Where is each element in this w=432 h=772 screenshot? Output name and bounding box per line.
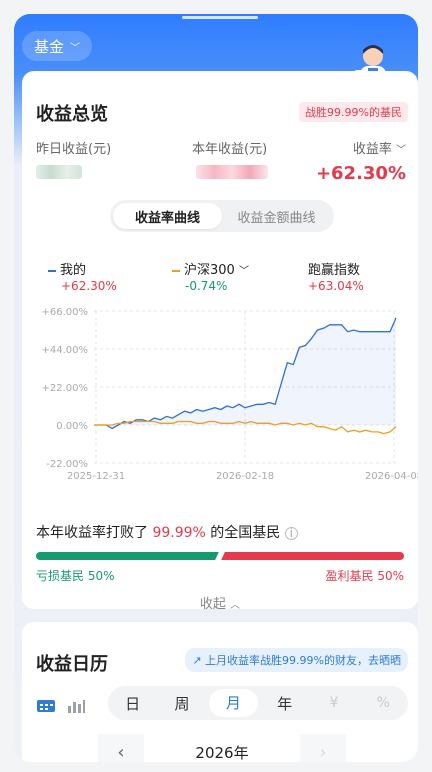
x-tick-label: 2026-02-18 [216, 471, 274, 482]
share-icon: ↗ [192, 654, 202, 667]
x-tick-label: 2026-04-08 [365, 471, 418, 482]
overview-title: 收益总览 [36, 104, 108, 125]
calendar-title: 收益日历 [36, 654, 108, 675]
fund-type-label: 基金 [34, 37, 65, 56]
chevron-down-icon: ﹀ [70, 42, 81, 54]
period-tabs: 日 周 月 年 ¥ % [108, 686, 408, 720]
rate-selector[interactable]: 收益率 ﹀ [353, 138, 406, 157]
legend-line-icon [172, 269, 180, 272]
gain-segment [220, 552, 404, 560]
unit-yuan-toggle[interactable]: ¥ [309, 695, 358, 711]
tab-month[interactable]: 月 [208, 689, 258, 717]
overview-card: 收益总览 战胜99.99%的基民 昨日收益(元) 本年收益(元) 收益率 ﹀ +… [22, 71, 418, 612]
collapse-button[interactable]: 收起 ︿ [22, 593, 418, 612]
tab-year[interactable]: 年 [260, 693, 309, 714]
legend-outperform: 跑赢指数 [308, 263, 361, 278]
collapse-label: 收起 [199, 597, 226, 612]
year-navigator: ‹ 2026年 › [98, 734, 346, 762]
legend-index-selector[interactable]: 沪深300 ﹀ [172, 259, 249, 278]
year-income-label: 本年收益(元) [192, 142, 268, 157]
legend-line-icon [48, 269, 56, 272]
legend-index-value: -0.74% [185, 279, 228, 293]
tab-day[interactable]: 日 [108, 693, 157, 714]
y-tick-label: -22.00% [46, 459, 88, 470]
profit-distribution-bar [36, 550, 404, 562]
year-label: 2026年 [195, 743, 249, 762]
chevron-up-icon: ︿ [230, 600, 241, 611]
tab-rate-curve[interactable]: 收益率曲线 [113, 203, 222, 229]
share-banner[interactable]: ↗ 上月收益率战胜99.99%的财友，去晒晒 [185, 648, 408, 672]
chevron-down-icon: ﹀ [238, 266, 249, 277]
loss-segment [36, 552, 220, 560]
beat-statement: 本年收益率打败了 99.99% 的全国基民 i [36, 522, 298, 542]
view-toggle [36, 692, 86, 720]
legend-outperform-value: +63.04% [308, 279, 364, 293]
x-tick-label: 2025-12-31 [67, 471, 125, 482]
y-tick-label: +66.00% [41, 307, 88, 318]
unit-percent-toggle[interactable]: % [359, 695, 408, 711]
return-rate-chart[interactable]: +66.00% +44.00% +22.00% 0.00% -22.00%2025-12… [22, 299, 418, 489]
calendar-card: 收益日历 ↗ 上月收益率战胜99.99%的财友，去晒晒 日 周 月 年 ¥ % … [22, 622, 418, 762]
legend-index-label: 沪深300 [184, 263, 235, 278]
curve-switch: 收益率曲线 收益金额曲线 [110, 200, 334, 232]
tab-week[interactable]: 周 [157, 693, 206, 714]
tab-amount-curve[interactable]: 收益金额曲线 [222, 203, 331, 229]
share-label: 上月收益率战胜99.99%的财友，去晒晒 [205, 654, 401, 667]
bar-chart-view-icon[interactable] [66, 699, 86, 713]
beat-suffix: 的全国基民 [210, 525, 281, 541]
rate-value: +62.30% [315, 163, 406, 184]
rate-label: 收益率 [352, 142, 392, 157]
calendar-view-icon[interactable] [36, 699, 56, 713]
beat-percent: 99.99% [152, 525, 206, 541]
year-income-masked [196, 165, 268, 179]
loss-label: 亏损基民 50% [36, 569, 115, 583]
chevron-down-icon: ﹀ [396, 145, 406, 156]
legend-mine-value: +62.30% [61, 279, 117, 293]
legend-mine[interactable]: 我的 [48, 259, 86, 278]
beat-prefix: 本年收益率打败了 [36, 525, 148, 541]
drag-handle[interactable] [182, 16, 258, 19]
chevron-right-icon[interactable]: › [300, 734, 346, 762]
y-tick-label: +44.00% [41, 345, 88, 356]
y-tick-label: +22.00% [41, 383, 88, 394]
app-screen: 基金 ﹀ 收益总览 战胜99.99%的基民 昨日收益(元) 本年收益(元) 收益… [14, 14, 418, 762]
chevron-left-icon[interactable]: ‹ [98, 734, 144, 762]
rank-badge[interactable]: 战胜99.99%的基民 [299, 102, 408, 122]
y-tick-label: 0.00% [56, 421, 88, 432]
gain-label: 盈利基民 50% [325, 569, 405, 583]
info-icon[interactable]: i [284, 527, 298, 540]
legend-mine-label: 我的 [60, 263, 87, 278]
yesterday-income-masked [36, 165, 82, 179]
fund-type-selector[interactable]: 基金 ﹀ [22, 31, 93, 61]
yesterday-income-label: 昨日收益(元) [36, 142, 112, 157]
